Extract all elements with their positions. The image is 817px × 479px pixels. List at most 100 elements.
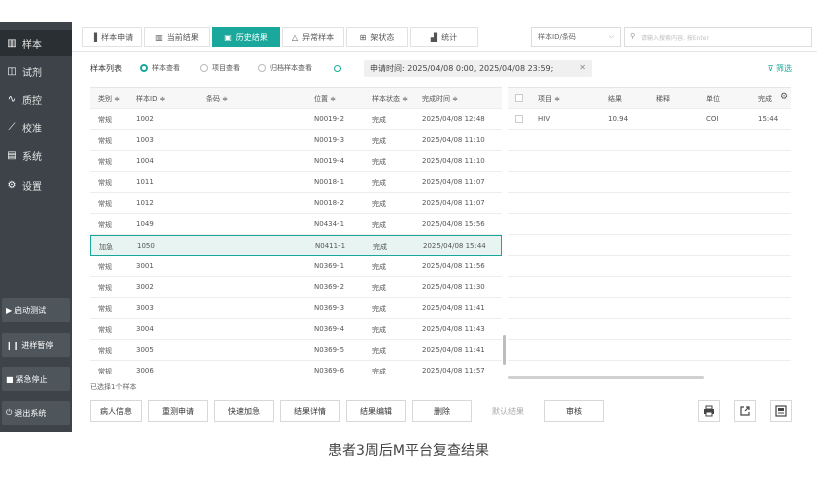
exit-system-label: 退出系统 xyxy=(14,408,47,418)
table-row[interactable]: 常规 1012 N0018-2 完成 2025/04/08 11:07 xyxy=(90,193,502,214)
tab-sample-request[interactable]: ▐ 样本申请 xyxy=(82,27,142,47)
result-row[interactable] xyxy=(508,277,791,298)
radio-sample-view[interactable]: 样本查看 xyxy=(140,63,180,73)
vertical-scrollbar[interactable] xyxy=(503,335,506,365)
horizontal-scrollbar[interactable] xyxy=(508,376,704,379)
column-settings-icon[interactable]: ⚙ xyxy=(780,92,788,102)
tab-rack-status[interactable]: ⊞ 架状态 xyxy=(346,27,408,47)
tab-history-results[interactable]: ▣ 历史结果 xyxy=(212,27,280,47)
table-row[interactable]: 常规 1049 N0434-1 完成 2025/04/08 15:56 xyxy=(90,214,502,235)
history-icon: ▣ xyxy=(224,32,232,42)
date-range-text: 申请时间: 2025/04/08 0:00, 2025/04/08 23:59; xyxy=(370,64,554,73)
column-header[interactable]: 完成 xyxy=(758,94,772,104)
table-cell: N0018-1 xyxy=(314,178,345,186)
result-row[interactable] xyxy=(508,256,791,277)
sidebar-item-settings[interactable]: ⚙ 设置 xyxy=(0,172,72,198)
column-header[interactable]: 条码 ≑ xyxy=(206,94,228,104)
search-icon: ⚲ xyxy=(630,32,636,40)
start-test-button[interactable]: ▶ 启动测试 xyxy=(2,298,70,322)
table-cell: 完成 xyxy=(372,158,386,166)
bottom-action-bar: 病人信息 重测申请 快速加急 结果详情 结果编辑 删除 默认结果 审核 xyxy=(82,400,792,428)
quick-urgent-button[interactable]: 快速加急 xyxy=(214,400,274,422)
table-row[interactable]: 常规 3003 N0369-3 完成 2025/04/08 11:41 xyxy=(90,298,502,319)
table-row[interactable]: 常规 3002 N0369-2 完成 2025/04/08 11:30 xyxy=(90,277,502,298)
column-header[interactable]: 样本ID ≑ xyxy=(136,94,166,104)
table-row[interactable]: 常规 1011 N0018-1 完成 2025/04/08 11:07 xyxy=(90,172,502,193)
column-header[interactable]: 单位 xyxy=(706,94,720,104)
sidebar-item-reagent[interactable]: ◫ 试剂 xyxy=(0,58,72,84)
table-cell: 2025/04/08 15:44 xyxy=(423,242,486,250)
tab-label: 异常样本 xyxy=(302,32,335,42)
row-checkbox[interactable] xyxy=(515,115,523,123)
search-field-select[interactable]: 样本ID/条码 ⌵ xyxy=(531,27,621,47)
radio-extra[interactable] xyxy=(334,65,341,72)
sidebar-item-sample[interactable]: ▥ 样本 xyxy=(0,30,72,56)
sidebar-item-qc[interactable]: ∿ 质控 xyxy=(0,86,72,112)
chevron-down-icon: ⌵ xyxy=(608,32,614,40)
search-input[interactable]: ⚲ 请输入搜索内容, 按Enter xyxy=(624,27,812,47)
column-header[interactable]: 完成时间 ≑ xyxy=(422,94,458,104)
result-row[interactable] xyxy=(508,298,791,319)
tab-abnormal-samples[interactable]: △ 异常样本 xyxy=(282,27,344,47)
delete-button[interactable]: 删除 xyxy=(412,400,472,422)
table-cell: 常规 xyxy=(98,137,112,145)
table-row[interactable]: 常规 3001 N0369-1 完成 2025/04/08 11:56 xyxy=(90,256,502,277)
patient-info-button[interactable]: 病人信息 xyxy=(90,400,142,422)
tab-statistics[interactable]: ▟ 统计 xyxy=(410,27,478,47)
table-cell: 2025/04/08 11:41 xyxy=(422,304,485,312)
table-cell: 2025/04/08 11:30 xyxy=(422,283,485,291)
table-row[interactable]: 常规 3006 N0369-6 完成 2025/04/08 11:57 xyxy=(90,361,502,374)
column-header[interactable]: 类别 ≑ xyxy=(98,94,120,104)
print-button[interactable] xyxy=(698,400,720,422)
retest-request-button[interactable]: 重测申请 xyxy=(148,400,208,422)
lis-upload-button[interactable] xyxy=(770,400,792,422)
table-row[interactable]: 常规 3005 N0369-5 完成 2025/04/08 11:41 xyxy=(90,340,502,361)
sidebar: ▥ 样本 ◫ 试剂 ∿ 质控 ⟋ 校准 ▤ 系统 ⚙ 设置 ▶ 启动测试 ❙❙ xyxy=(0,22,72,432)
filter-button[interactable]: ⊽ 筛选 xyxy=(768,63,792,74)
pause-sampling-button[interactable]: ❙❙ 进样暂停 xyxy=(2,333,70,357)
result-row[interactable] xyxy=(508,193,791,214)
result-row[interactable] xyxy=(508,130,791,151)
radio-item-view[interactable]: 项目查看 xyxy=(200,63,240,73)
table-row[interactable]: 常规 1002 N0019-2 完成 2025/04/08 12:48 xyxy=(90,109,502,130)
result-header-row: 项目 ≑ 结果 稀释 单位 完成 ⚙ xyxy=(508,88,791,109)
result-row[interactable] xyxy=(508,172,791,193)
column-header[interactable]: 项目 ≑ xyxy=(538,94,560,104)
sidebar-item-calibration[interactable]: ⟋ 校准 xyxy=(0,114,72,140)
result-details-button[interactable]: 结果详情 xyxy=(280,400,340,422)
review-button[interactable]: 审核 xyxy=(544,400,604,422)
table-row[interactable]: 加急 1050 N0411-1 完成 2025/04/08 15:44 xyxy=(90,235,502,256)
sidebar-item-system[interactable]: ▤ 系统 xyxy=(0,142,72,168)
result-row[interactable]: HIV 10.94 COI 15:44 xyxy=(508,109,791,130)
table-cell: 15:44 xyxy=(758,115,779,123)
tab-current-results[interactable]: ▥ 当前结果 xyxy=(144,27,210,47)
result-edit-button[interactable]: 结果编辑 xyxy=(346,400,406,422)
close-icon[interactable]: ✕ xyxy=(579,63,586,72)
default-result-button[interactable]: 默认结果 xyxy=(478,400,538,422)
table-row[interactable]: 常规 1003 N0019-3 完成 2025/04/08 11:10 xyxy=(90,130,502,151)
exit-system-button[interactable]: ⏻ 退出系统 xyxy=(2,401,70,425)
table-row[interactable]: 常规 1004 N0019-4 完成 2025/04/08 11:10 xyxy=(90,151,502,172)
column-header[interactable]: 样本状态 ≑ xyxy=(372,94,408,104)
select-all-checkbox[interactable] xyxy=(515,94,523,102)
result-row[interactable] xyxy=(508,151,791,172)
result-row[interactable] xyxy=(508,361,791,374)
system-icon: ▤ xyxy=(7,149,17,161)
column-header[interactable]: 稀释 xyxy=(656,94,670,104)
export-button[interactable] xyxy=(734,400,756,422)
column-header[interactable]: 结果 xyxy=(608,94,622,104)
radio-archived-view[interactable]: 归档样本查看 xyxy=(258,63,312,73)
result-row[interactable] xyxy=(508,340,791,361)
result-row[interactable] xyxy=(508,214,791,235)
result-row[interactable] xyxy=(508,235,791,256)
table-cell: 完成 xyxy=(372,347,386,355)
selected-count: 已选择1个样本 xyxy=(90,383,137,391)
table-cell: N0411-1 xyxy=(315,242,346,250)
emergency-stop-button[interactable]: ■ 紧急停止 xyxy=(2,367,70,391)
table-row[interactable]: 常规 3004 N0369-4 完成 2025/04/08 11:43 xyxy=(90,319,502,340)
table-cell: 2025/04/08 11:57 xyxy=(422,367,485,374)
table-header-row: 类别 ≑ 样本ID ≑ 条码 ≑ 位置 ≑ 样本状态 ≑ 完成时间 ≑ xyxy=(90,88,502,109)
column-header[interactable]: 位置 ≑ xyxy=(314,94,336,104)
results-icon: ▥ xyxy=(155,32,163,42)
result-row[interactable] xyxy=(508,319,791,340)
